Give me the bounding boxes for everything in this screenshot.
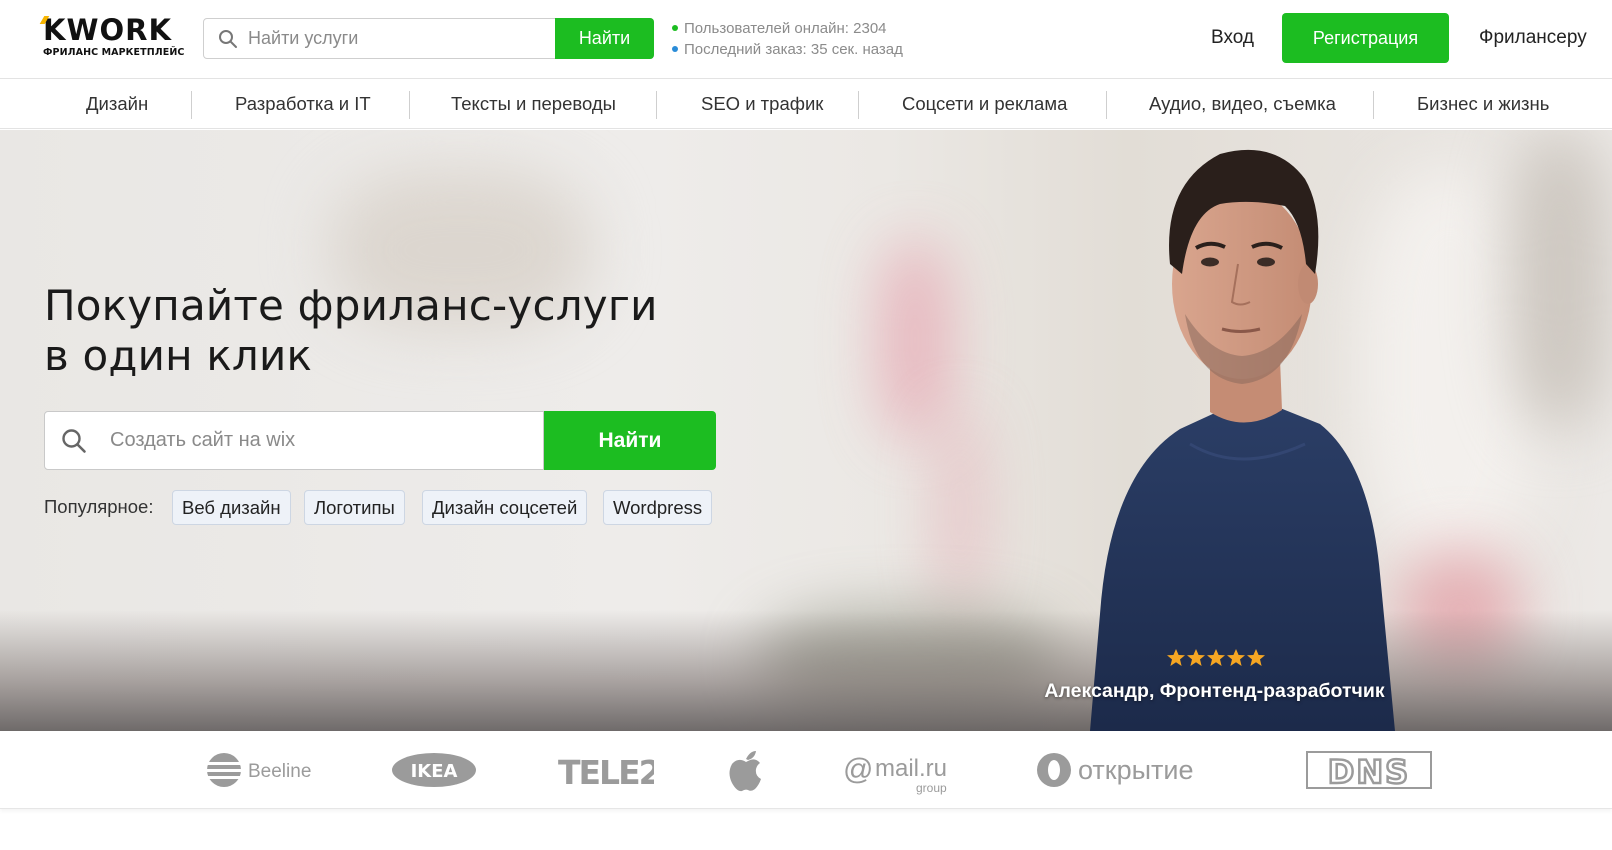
search-icon <box>218 29 238 53</box>
category-separator <box>656 91 657 119</box>
star-icon <box>1247 649 1265 666</box>
logo-wordmark: KWORK <box>39 14 172 46</box>
svg-text:Beeline: Beeline <box>248 761 311 782</box>
header-search-input[interactable] <box>248 19 548 58</box>
search-icon <box>61 428 87 458</box>
background-blur <box>880 240 950 440</box>
apple-logo-icon <box>728 731 764 809</box>
kwork-logo[interactable]: KWORK ФРИЛАНС МАРКЕТПЛЕЙС <box>39 14 193 62</box>
background-blur <box>1510 130 1610 430</box>
freelancer-photo <box>1090 149 1395 731</box>
site-stats: Пользователей онлайн: 2304 Последний зак… <box>672 19 903 60</box>
site-header: KWORK ФРИЛАНС МАРКЕТПЛЕЙС Найти Пользова… <box>0 0 1612 79</box>
hero-search-input[interactable] <box>110 412 530 469</box>
register-button[interactable]: Регистрация <box>1282 13 1449 63</box>
category-separator <box>1373 91 1374 119</box>
svg-text:открытие: открытие <box>1078 755 1194 785</box>
hero-search-button[interactable]: Найти <box>544 411 716 470</box>
online-users-stat: Пользователей онлайн: 2304 <box>672 19 903 40</box>
star-icon <box>1227 649 1245 666</box>
otkritie-logo: открытие <box>1036 731 1231 809</box>
popular-tag-web-design[interactable]: Веб дизайн <box>172 490 291 525</box>
svg-text:mail.ru: mail.ru <box>875 755 947 782</box>
svg-text:IKEA: IKEA <box>411 761 458 782</box>
last-order-stat: Последний заказ: 35 сек. назад <box>672 40 903 61</box>
mailru-logo: @ mail.ru group <box>843 731 958 809</box>
svg-text:@: @ <box>843 753 873 786</box>
category-design[interactable]: Дизайн <box>86 79 148 129</box>
dns-logo: DNS <box>1306 731 1432 809</box>
popular-tag-social-design[interactable]: Дизайн соцсетей <box>422 490 588 525</box>
online-dot-icon <box>672 25 678 31</box>
ikea-logo: IKEA <box>391 731 477 809</box>
svg-text:DNS: DNS <box>1328 753 1410 791</box>
star-icon <box>1167 649 1185 666</box>
star-icon <box>1187 649 1205 666</box>
popular-tag-wordpress[interactable]: Wordpress <box>603 490 713 525</box>
order-dot-icon <box>672 45 678 52</box>
category-separator <box>409 91 410 119</box>
category-separator <box>191 91 192 119</box>
hero-title: Покупайте фриланс-услуги в один клик <box>44 281 658 380</box>
category-separator <box>1106 91 1107 119</box>
partner-logos: Beeline IKEA TELE2 @ mail.ru group откры… <box>0 731 1612 809</box>
login-link[interactable]: Вход <box>1211 27 1254 49</box>
freelancer-caption: Александр, Фронтенд-разработчик <box>1044 680 1385 702</box>
category-nav: Дизайн Разработка и IT Тексты и переводы… <box>0 79 1612 129</box>
category-business[interactable]: Бизнес и жизнь <box>1417 79 1549 129</box>
background-blur <box>940 410 980 610</box>
star-icon <box>1207 649 1225 666</box>
hero-search-box <box>44 411 544 470</box>
logo-subtitle: ФРИЛАНС МАРКЕТПЛЕЙС <box>43 47 185 58</box>
popular-tag-logos[interactable]: Логотипы <box>304 490 405 525</box>
category-separator <box>858 91 859 119</box>
category-dev-it[interactable]: Разработка и IT <box>235 79 371 129</box>
freelancer-link[interactable]: Фрилансеру <box>1479 27 1587 49</box>
svg-text:group: group <box>916 781 947 795</box>
category-texts[interactable]: Тексты и переводы <box>451 79 616 129</box>
category-media[interactable]: Аудио, видео, съемка <box>1149 79 1336 129</box>
rating-stars <box>1167 649 1265 666</box>
category-social[interactable]: Соцсети и реклама <box>902 79 1067 129</box>
hero-banner: Покупайте фриланс-услуги в один клик Най… <box>0 130 1612 731</box>
popular-label: Популярное: <box>44 496 154 517</box>
svg-text:TELE2: TELE2 <box>558 753 654 792</box>
tele2-logo: TELE2 <box>558 731 662 809</box>
beeline-logo: Beeline <box>206 731 316 809</box>
header-search-button[interactable]: Найти <box>555 18 654 59</box>
category-seo[interactable]: SEO и трафик <box>701 79 823 129</box>
